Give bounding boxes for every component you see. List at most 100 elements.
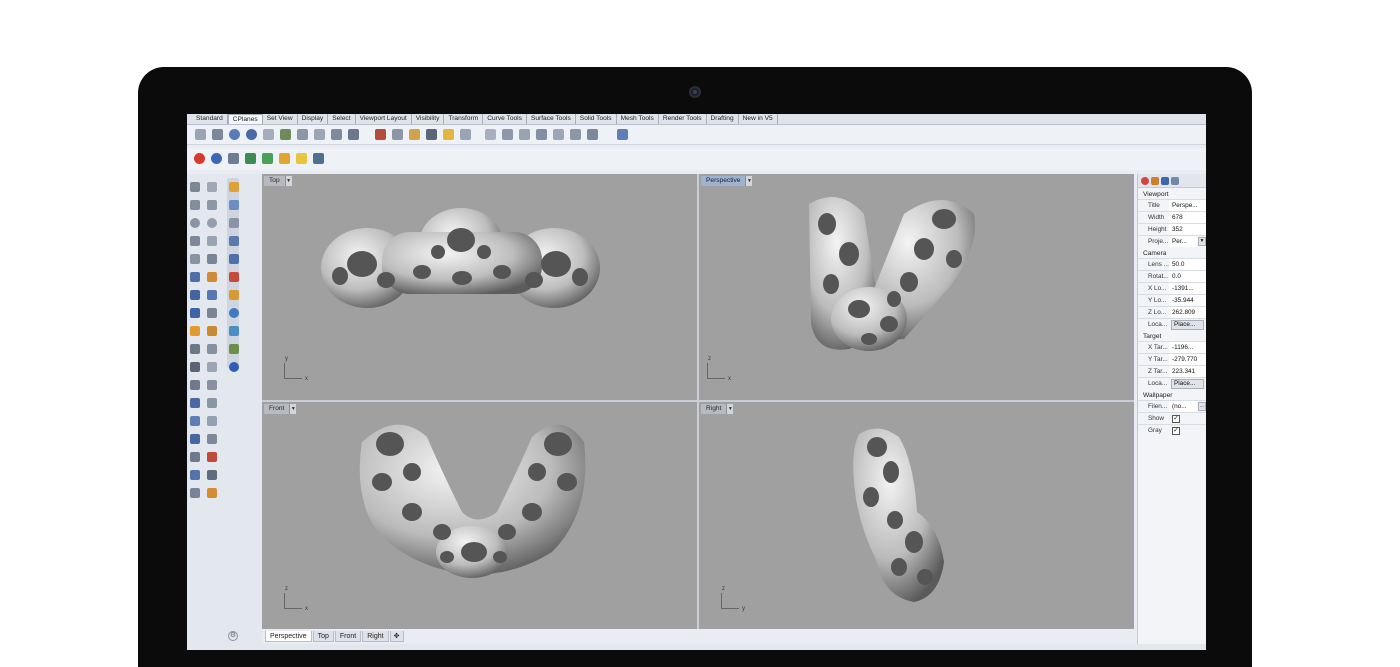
history-icon[interactable] <box>229 200 239 210</box>
arc-icon[interactable] <box>190 236 200 246</box>
dimension-icon[interactable] <box>207 398 217 408</box>
render-settings-icon[interactable] <box>313 153 324 164</box>
cplane-surface-icon[interactable] <box>246 129 257 140</box>
analyze-icon[interactable] <box>190 434 200 444</box>
sun-icon[interactable] <box>296 153 307 164</box>
rotation-field[interactable]: 0.0 <box>1169 271 1206 282</box>
fillet-icon[interactable] <box>207 326 217 336</box>
browse-button[interactable]: ... <box>1198 402 1206 411</box>
cplane-elevation-icon[interactable] <box>212 129 223 140</box>
place-target-button[interactable]: Place... <box>1171 378 1204 389</box>
checker-icon[interactable] <box>207 452 217 462</box>
y-target-field[interactable]: -279.770 <box>1169 354 1206 365</box>
viewport-right[interactable]: Right ▼ y z <box>699 402 1134 629</box>
tab-drafting[interactable]: Drafting <box>707 114 739 124</box>
cage-edit-icon[interactable] <box>229 218 239 228</box>
save-cplane-icon[interactable] <box>426 129 437 140</box>
cplane-world-icon[interactable] <box>348 129 359 140</box>
y-location-field[interactable]: -35.944 <box>1169 295 1206 306</box>
undo-cplane-icon[interactable] <box>375 129 386 140</box>
lens-field[interactable]: 50.0 <box>1169 259 1206 270</box>
project-icon[interactable] <box>229 236 239 246</box>
pull-icon[interactable] <box>229 254 239 264</box>
cplane-3point-icon[interactable] <box>280 129 291 140</box>
rotate-icon[interactable] <box>229 344 239 354</box>
cplane-flip-icon[interactable] <box>553 129 564 140</box>
tab-set-view[interactable]: Set View <box>263 114 298 124</box>
mesh-icon[interactable] <box>190 308 200 318</box>
cplane-rotate-x-icon[interactable] <box>502 129 513 140</box>
named-cplanes-icon[interactable] <box>409 129 420 140</box>
texture-icon[interactable] <box>262 153 273 164</box>
options-icon[interactable]: ⚙ <box>228 631 238 641</box>
measure-icon[interactable] <box>207 434 217 444</box>
gray-checkbox[interactable]: ✓ <box>1172 426 1180 435</box>
projection-select[interactable]: Per... <box>1169 236 1197 247</box>
cplane-rotate-icon[interactable] <box>314 129 325 140</box>
polyline-icon[interactable] <box>190 200 200 210</box>
cplane-options-icon[interactable] <box>587 129 598 140</box>
chevron-down-icon[interactable]: ▼ <box>1198 237 1206 246</box>
tab-solid-tools[interactable]: Solid Tools <box>576 114 617 124</box>
surface-corner-icon[interactable] <box>190 272 200 282</box>
curve-icon[interactable] <box>207 200 217 210</box>
viewport-front[interactable]: Front ▼ x z <box>262 402 697 629</box>
cplane-swap-icon[interactable] <box>570 129 581 140</box>
height-field[interactable]: 352 <box>1169 224 1206 235</box>
cplane-curve-icon[interactable] <box>331 129 342 140</box>
cplane-align-icon[interactable] <box>485 129 496 140</box>
tab-mesh-tools[interactable]: Mesh Tools <box>617 114 659 124</box>
title-field[interactable]: Perspe... <box>1169 200 1206 211</box>
z-target-field[interactable]: 223.341 <box>1169 366 1206 377</box>
cplane-zaxis-icon[interactable] <box>297 129 308 140</box>
group-icon[interactable] <box>190 488 200 498</box>
join-icon[interactable] <box>190 362 200 372</box>
cplane-rotate-z-icon[interactable] <box>536 129 547 140</box>
ellipse-icon[interactable] <box>207 218 217 228</box>
circle-icon[interactable] <box>190 218 200 228</box>
trim-icon[interactable] <box>190 344 200 354</box>
freeform-icon[interactable] <box>207 254 217 264</box>
help-tab-icon[interactable] <box>1171 177 1179 185</box>
vptab-right[interactable]: Right <box>362 630 389 642</box>
render-sphere-blue-icon[interactable] <box>211 153 222 164</box>
tab-cplanes[interactable]: CPlanes <box>227 114 263 124</box>
filename-field[interactable]: (no... <box>1169 401 1197 412</box>
check-icon[interactable] <box>207 470 217 480</box>
open-cplane-icon[interactable] <box>443 129 454 140</box>
x-location-field[interactable]: -1391... <box>1169 283 1206 294</box>
width-field[interactable]: 678 <box>1169 212 1206 223</box>
properties-tab-icon[interactable] <box>1141 177 1149 185</box>
text-icon[interactable] <box>190 398 200 408</box>
vptab-perspective[interactable]: Perspective <box>265 630 312 642</box>
polygon-icon[interactable] <box>190 254 200 264</box>
layers-tab-icon[interactable] <box>1151 177 1159 185</box>
array-icon[interactable] <box>190 416 200 426</box>
redo-cplane-icon[interactable] <box>392 129 403 140</box>
copy-icon[interactable] <box>229 326 239 336</box>
add-viewport-icon[interactable]: ✥ <box>389 630 404 642</box>
material-editor-icon[interactable] <box>228 153 239 164</box>
tab-transform[interactable]: Transform <box>444 114 484 124</box>
vptab-front[interactable]: Front <box>334 630 362 642</box>
help-icon[interactable] <box>229 362 239 372</box>
cplane-help-icon[interactable] <box>617 129 628 140</box>
cplane-object-icon[interactable] <box>229 129 240 140</box>
vptab-top[interactable]: Top <box>312 630 334 642</box>
cplane-rotate-y-icon[interactable] <box>519 129 530 140</box>
box-icon[interactable] <box>190 290 200 300</box>
cylinder-icon[interactable] <box>207 290 217 300</box>
blend-icon[interactable] <box>207 380 217 390</box>
layer-icon[interactable] <box>190 470 200 480</box>
select-arrow-icon[interactable] <box>190 182 200 192</box>
render-sphere-red-icon[interactable] <box>194 153 205 164</box>
z-location-field[interactable]: 262.809 <box>1169 307 1206 318</box>
point-icon[interactable] <box>207 182 217 192</box>
display-tab-icon[interactable] <box>1161 177 1169 185</box>
cplane-view-icon[interactable] <box>263 129 274 140</box>
cplane-tools-icon[interactable] <box>460 129 471 140</box>
tab-surface-tools[interactable]: Surface Tools <box>527 114 576 124</box>
snap-toggle-icon[interactable] <box>229 182 239 192</box>
extrude-icon[interactable] <box>207 272 217 282</box>
tab-display[interactable]: Display <box>298 114 329 124</box>
